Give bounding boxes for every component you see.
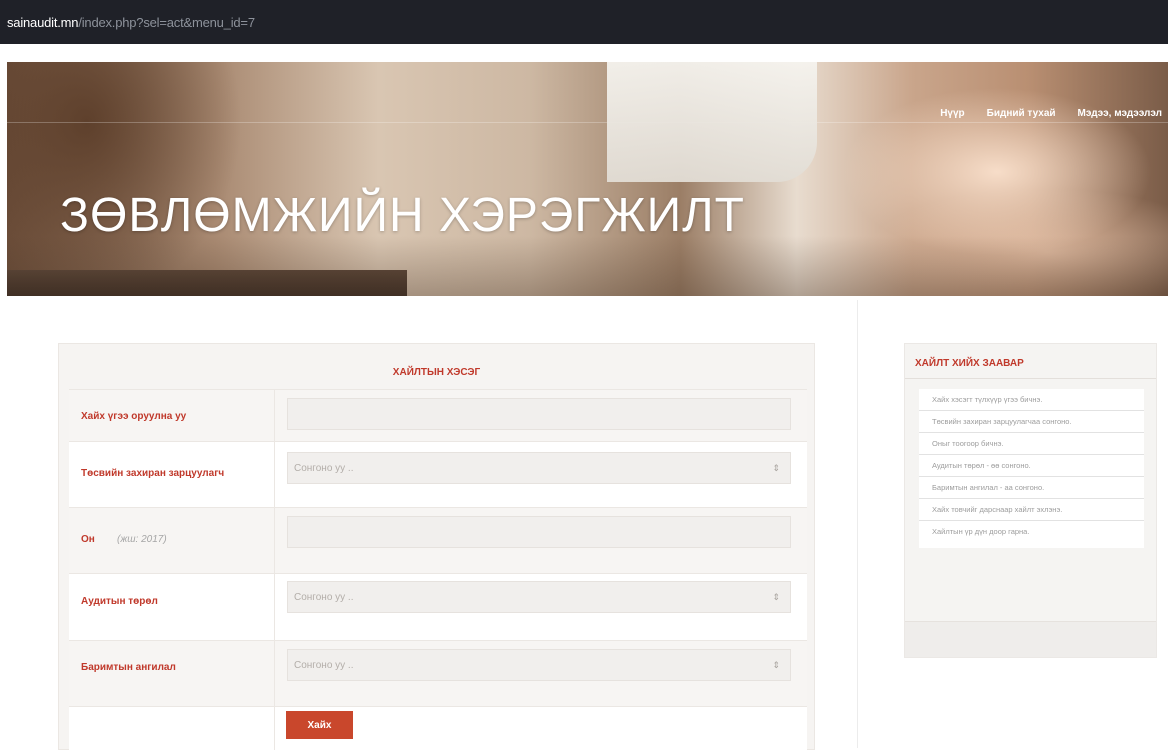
budget-select[interactable]: Сонгоно уу .. ⇕ [287, 452, 791, 484]
audit-type-label: Аудитын төрөл [81, 596, 158, 607]
audit-type-row: Аудитын төрөл Сонгоно уу .. ⇕ [69, 573, 807, 641]
row-split [274, 574, 275, 641]
row-split [274, 442, 275, 508]
top-nav: Нүүр Бидний тухай Мэдээ, мэдээлэл [940, 108, 1162, 119]
row-split [274, 641, 275, 707]
guide-step: Аудитын төрөл - өө сонгоно. [919, 455, 1144, 477]
keyword-row: Хайх үгээ оруулна уу [69, 389, 807, 442]
guide-step-text: Оныг тоогоор бичнэ. [932, 439, 1004, 448]
guide-title: ХАЙЛТ ХИЙХ ЗААВАР [915, 358, 1024, 369]
guide-step-text: Аудитын төрөл - өө сонгоно. [932, 461, 1031, 470]
year-label: Он [81, 534, 95, 545]
row-split [274, 390, 275, 442]
guide-step-text: Хайх товчийг дарснаар хайлт эхлэнэ. [932, 505, 1063, 514]
hero-sleeve-shape [607, 62, 817, 182]
guide-steps-list: Хайх хэсэгт түлхүүр үгээ бичнэ. Төсвийн … [919, 389, 1144, 548]
doc-category-select-placeholder: Сонгоно уу .. [294, 660, 354, 671]
url-text[interactable]: sainaudit.mn/index.php?sel=act&menu_id=7 [7, 15, 255, 30]
guide-step-text: Баримтын ангилал - аа сонгоно. [932, 483, 1045, 492]
nav-item-news[interactable]: Мэдээ, мэдээлэл [1078, 108, 1162, 119]
keyword-label: Хайх үгээ оруулна уу [81, 411, 187, 422]
guide-step-text: Төсвийн захиран зарцуулагчаа сонгоно. [932, 417, 1072, 426]
hero-banner: Нүүр Бидний тухай Мэдээ, мэдээлэл ЗӨВЛӨМ… [7, 62, 1168, 296]
select-arrows-icon: ⇕ [772, 463, 780, 473]
url-path: /index.php?sel=act&menu_id=7 [78, 15, 255, 30]
browser-url-bar[interactable]: sainaudit.mn/index.php?sel=act&menu_id=7 [0, 0, 1168, 44]
year-hint: (жш: 2017) [117, 534, 167, 545]
guide-step: Оныг тоогоор бичнэ. [919, 433, 1144, 455]
budget-label: Төсвийн захиран зарцуулагч [81, 468, 225, 479]
button-row [69, 706, 807, 750]
url-host: sainaudit.mn [7, 15, 79, 30]
column-divider [857, 300, 858, 748]
guide-step: Хайх товчийг дарснаар хайлт эхлэнэ. [919, 499, 1144, 521]
guide-footer [905, 621, 1156, 657]
nav-item-home[interactable]: Нүүр [940, 108, 964, 119]
guide-header: ХАЙЛТ ХИЙХ ЗААВАР [905, 344, 1156, 379]
hero-title: ЗӨВЛӨМЖИЙН ХЭРЭГЖИЛТ [60, 189, 745, 242]
guide-step: Хайлтын үр дүн доор гарна. [919, 521, 1144, 548]
guide-step: Төсвийн захиран зарцуулагчаа сонгоно. [919, 411, 1144, 433]
year-input[interactable] [287, 516, 791, 548]
audit-type-select-placeholder: Сонгоно уу .. [294, 592, 354, 603]
guide-step-text: Хайлтын үр дүн доор гарна. [932, 527, 1030, 536]
row-split [274, 508, 275, 574]
hero-divider-line [7, 122, 1168, 123]
audit-type-select[interactable]: Сонгоно уу .. ⇕ [287, 581, 791, 613]
year-row: Он (жш: 2017) [69, 507, 807, 574]
guide-step: Хайх хэсэгт түлхүүр үгээ бичнэ. [919, 389, 1144, 411]
doc-category-label: Баримтын ангилал [81, 662, 176, 673]
search-form-header: ХАЙЛТЫН ХЭСЭГ [59, 344, 814, 389]
doc-category-select[interactable]: Сонгоно уу .. ⇕ [287, 649, 791, 681]
search-form: ХАЙЛТЫН ХЭСЭГ Хайх үгээ оруулна уу Төсви… [58, 343, 815, 750]
select-arrows-icon: ⇕ [772, 592, 780, 602]
guide-step: Баримтын ангилал - аа сонгоно. [919, 477, 1144, 499]
budget-select-placeholder: Сонгоно уу .. [294, 463, 354, 474]
search-form-title: ХАЙЛТЫН ХЭСЭГ [392, 367, 481, 378]
search-guide-panel: ХАЙЛТ ХИЙХ ЗААВАР Хайх хэсэгт түлхүүр үг… [904, 343, 1157, 658]
guide-step-text: Хайх хэсэгт түлхүүр үгээ бичнэ. [932, 395, 1043, 404]
nav-item-about[interactable]: Бидний тухай [987, 108, 1056, 119]
search-button[interactable]: Хайх [286, 711, 353, 739]
keyword-input[interactable] [287, 398, 791, 430]
select-arrows-icon: ⇕ [772, 660, 780, 670]
budget-row: Төсвийн захиран зарцуулагч Сонгоно уу ..… [69, 441, 807, 508]
hero-shade [7, 236, 1168, 296]
doc-category-row: Баримтын ангилал Сонгоно уу .. ⇕ [69, 640, 807, 707]
row-split [274, 707, 275, 750]
